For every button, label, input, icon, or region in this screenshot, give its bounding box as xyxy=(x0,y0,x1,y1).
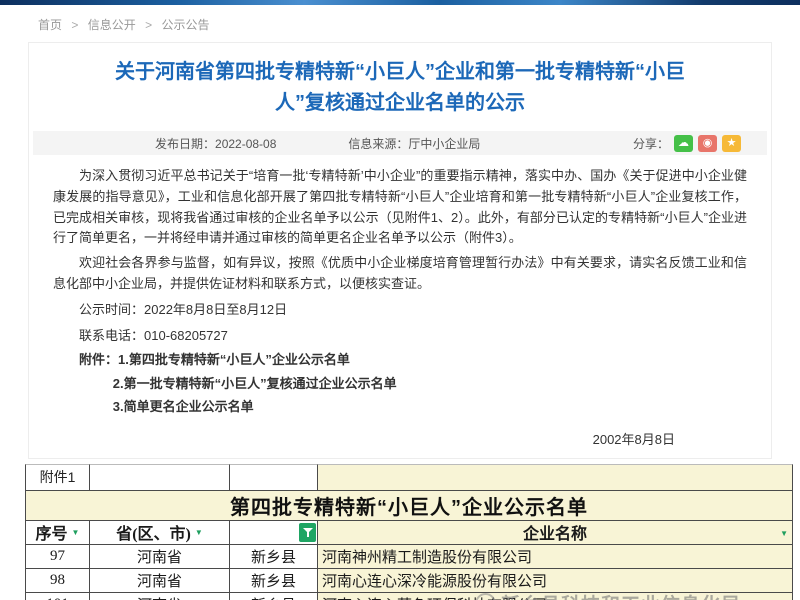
table-row: 101 河南省 新乡县 河南心连心蓝色环保科技有限公司 xyxy=(25,593,793,600)
header-label: 企业名称 xyxy=(523,520,587,544)
cell-index: 101 xyxy=(25,593,89,600)
table-row: 97 河南省 新乡县 河南神州精工制造股份有限公司 xyxy=(25,545,793,569)
breadcrumb-separator: > xyxy=(145,18,152,32)
info-source: 信息来源：厅中小企业局 xyxy=(348,135,480,152)
empty-cell xyxy=(89,464,229,491)
wechat-share-icon[interactable]: ☁ xyxy=(674,135,693,152)
publish-date: 发布日期：2022-08-08 xyxy=(155,135,276,152)
article-container: 关于河南省第四批专精特新“小巨人”企业和第一批专精特新“小巨人”复核通过企业名单… xyxy=(28,42,772,459)
cell-county: 新乡县 xyxy=(229,545,317,569)
breadcrumb-separator: > xyxy=(71,18,78,32)
cell-province: 河南省 xyxy=(89,545,229,569)
cell-company: 河南心连心深冷能源股份有限公司 xyxy=(317,569,793,593)
funnel-icon xyxy=(303,527,313,538)
page-title: 关于河南省第四批专精特新“小巨人”企业和第一批专精特新“小巨人”复核通过企业名单… xyxy=(105,57,695,119)
header-label: 序号 xyxy=(36,520,68,544)
cell-county: 新乡县 xyxy=(229,569,317,593)
empty-cell xyxy=(317,464,793,491)
contact-phone: 联系电话：010-68205727 xyxy=(53,326,747,347)
attachment1-label-cell: 附件1 xyxy=(25,464,89,491)
sign-date: 2002年8月8日 xyxy=(53,429,675,448)
article-paragraph: 为深入贯彻习近平总书记关于“培育一批‘专精特新’中小企业”的重要指示精神，落实中… xyxy=(53,166,747,249)
meta-bar: 发布日期：2022-08-08 信息来源：厅中小企业局 分享： ☁ ◉ ★ xyxy=(33,131,767,155)
favorite-share-icon[interactable]: ★ xyxy=(722,135,741,152)
filter-dropdown-icon[interactable]: ▼ xyxy=(72,528,80,537)
breadcrumb-current: 公示公告 xyxy=(161,18,209,32)
empty-cell xyxy=(229,464,317,491)
header-cell-index: 序号 ▼ xyxy=(25,521,89,545)
sheet-title: 第四批专精特新“小巨人”企业公示名单 xyxy=(25,491,793,521)
publish-date-label: 发布日期： xyxy=(155,137,215,151)
active-filter-icon[interactable] xyxy=(299,523,316,542)
attachment-link-2[interactable]: 2.第一批专精特新“小巨人”复核通过企业公示名单 xyxy=(113,374,747,394)
breadcrumb-home[interactable]: 首页 xyxy=(38,18,62,32)
cell-province: 河南省 xyxy=(89,593,229,600)
attachment-link-3[interactable]: 3.简单更名企业公示名单 xyxy=(113,397,747,417)
weibo-share-icon[interactable]: ◉ xyxy=(698,135,717,152)
filter-dropdown-icon[interactable]: ▼ xyxy=(195,528,203,537)
share-group: 分享： ☁ ◉ ★ xyxy=(633,135,741,152)
filter-dropdown-icon[interactable]: ▼ xyxy=(780,529,788,538)
publicity-time: 公示时间：2022年8月8日至8月12日 xyxy=(53,300,747,321)
breadcrumb: 首页 > 信息公开 > 公示公告 xyxy=(0,5,800,40)
cell-index: 98 xyxy=(25,569,89,593)
share-label: 分享： xyxy=(633,135,669,152)
header-cell-county xyxy=(229,521,317,545)
header-cell-company: 企业名称 ▼ xyxy=(317,521,793,545)
attachment-link-1[interactable]: 附件：1.第四批专精特新“小巨人”企业公示名单 xyxy=(79,350,747,370)
info-source-value: 厅中小企业局 xyxy=(408,137,480,151)
cell-province: 河南省 xyxy=(89,569,229,593)
cell-county: 新乡县 xyxy=(229,593,317,600)
sheet-header-row: 序号 ▼ 省(区、市) ▼ 企业名称 ▼ xyxy=(25,521,793,545)
sheet-label-row: 附件1 xyxy=(25,464,793,491)
header-label: 省(区、市) xyxy=(116,520,191,544)
cell-index: 97 xyxy=(25,545,89,569)
attachment1-sheet: 附件1 第四批专精特新“小巨人”企业公示名单 序号 ▼ 省(区、市) ▼ 企业名… xyxy=(25,464,793,600)
header-cell-province: 省(区、市) ▼ xyxy=(89,521,229,545)
article-paragraph: 欢迎社会各界参与监督，如有异议，按照《优质中小企业梯度培育管理暂行办法》中有关要… xyxy=(53,253,747,295)
publish-date-value: 2022-08-08 xyxy=(215,137,276,151)
cell-company: 河南心连心蓝色环保科技有限公司 xyxy=(317,593,793,600)
breadcrumb-info-disclosure[interactable]: 信息公开 xyxy=(88,18,136,32)
info-source-label: 信息来源： xyxy=(348,137,408,151)
cell-company: 河南神州精工制造股份有限公司 xyxy=(317,545,793,569)
table-row: 98 河南省 新乡县 河南心连心深冷能源股份有限公司 xyxy=(25,569,793,593)
